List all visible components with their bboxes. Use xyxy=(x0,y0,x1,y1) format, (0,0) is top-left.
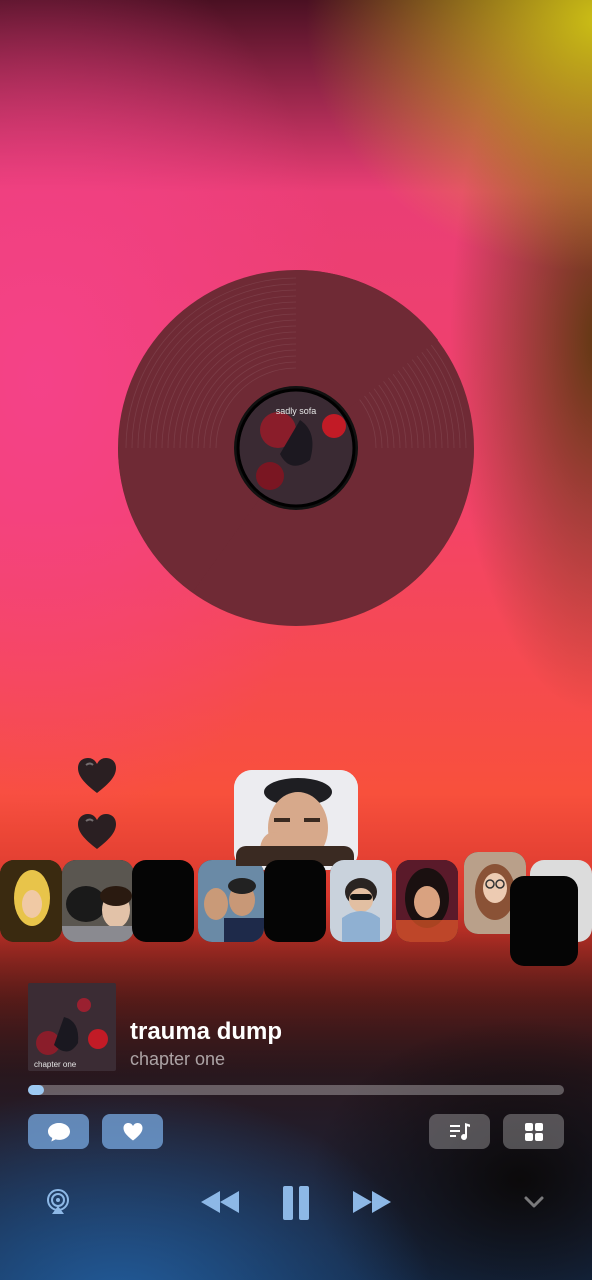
grid-icon xyxy=(524,1122,543,1141)
heart-icon xyxy=(123,1122,142,1140)
participant-avatar xyxy=(198,860,264,942)
heart-icon xyxy=(78,758,116,793)
queue-button[interactable] xyxy=(429,1114,490,1149)
participant-tile[interactable] xyxy=(0,860,62,942)
participant-tile[interactable] xyxy=(330,860,392,942)
grid-view-button[interactable] xyxy=(503,1114,564,1149)
participant-tile[interactable] xyxy=(62,860,134,942)
airplay-button[interactable] xyxy=(40,1184,76,1220)
rewind-icon xyxy=(201,1191,239,1213)
rewind-button[interactable] xyxy=(196,1184,244,1220)
pause-button[interactable] xyxy=(276,1182,316,1224)
participant-avatar xyxy=(396,860,458,942)
vinyl-label-text: sadly sofa xyxy=(276,406,317,416)
participant-avatar xyxy=(62,860,134,942)
airplay-icon xyxy=(47,1189,69,1214)
queue-icon xyxy=(449,1122,470,1140)
vinyl-record[interactable]: sadly sofa xyxy=(118,270,474,626)
chevron-down-icon xyxy=(524,1196,544,1208)
participant-tile-camera-off[interactable] xyxy=(264,860,326,942)
participant-avatar xyxy=(330,860,392,942)
like-button[interactable] xyxy=(102,1114,163,1149)
participant-tile-camera-off[interactable] xyxy=(132,860,194,942)
album-artwork-image: chapter one xyxy=(28,983,116,1071)
fast-forward-icon xyxy=(353,1191,391,1213)
participant-tile[interactable] xyxy=(198,860,264,942)
chat-button[interactable] xyxy=(28,1114,89,1149)
fast-forward-button[interactable] xyxy=(348,1184,396,1220)
collapse-button[interactable] xyxy=(518,1188,550,1216)
track-subtitle[interactable]: chapter one xyxy=(130,1049,225,1070)
album-artwork[interactable]: chapter one xyxy=(28,983,116,1071)
participant-tile[interactable] xyxy=(396,860,458,942)
heart-icon xyxy=(78,814,116,849)
participant-tile-camera-off[interactable] xyxy=(510,876,578,966)
pause-icon xyxy=(283,1186,309,1220)
album-artwork-text: chapter one xyxy=(34,1060,77,1069)
chat-bubble-icon xyxy=(47,1122,70,1141)
progress-fill xyxy=(28,1085,45,1095)
track-title[interactable]: trauma dump xyxy=(130,1018,282,1046)
participant-avatar xyxy=(0,860,62,942)
progress-bar[interactable] xyxy=(28,1085,564,1095)
